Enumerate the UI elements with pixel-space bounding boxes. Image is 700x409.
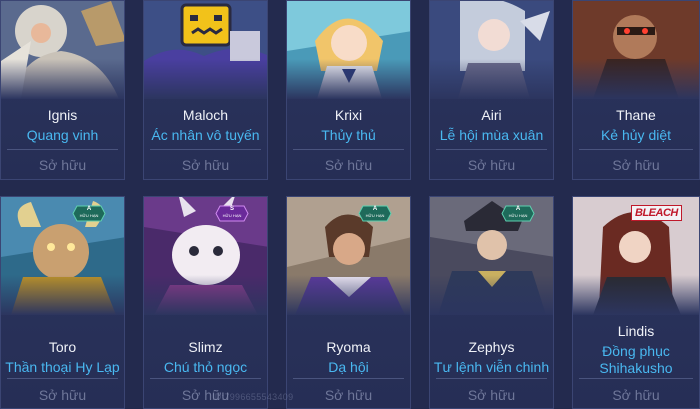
skin-name: Ác nhân vô tuyến [151, 127, 260, 143]
owned-status: Sở hữu [38, 387, 87, 403]
skin-name: Lễ hội mùa xuân [439, 127, 544, 143]
skin-card-thane[interactable]: Thane Kẻ hủy diệt Sở hữu [572, 0, 700, 180]
skin-card-lindis[interactable]: BLEACH Lindis Đồng phục Shihakusho Sở hữ… [572, 196, 700, 409]
divider [293, 149, 404, 150]
skin-name-line-1: Đồng phục [602, 343, 670, 359]
skin-artwork [1, 1, 124, 99]
badge-label: HỮU HẠN [222, 213, 242, 218]
skin-card-krixi[interactable]: Krixi Thủy thủ Sở hữu [286, 0, 411, 180]
skin-card-zephys[interactable]: A HỮU HẠN Zephys Tư lệnh viễn chinh Sở h… [429, 196, 554, 409]
limited-badge: A HỮU HẠN [72, 205, 106, 222]
skin-card-ignis[interactable]: Ignis Quang vinh Sở hữu [0, 0, 125, 180]
skin-artwork [144, 1, 267, 99]
badge-tier: A [86, 206, 92, 212]
badge-label: HỮU HẠN [508, 213, 528, 218]
skin-name: Tư lệnh viễn chinh [433, 359, 550, 375]
divider [579, 378, 693, 379]
badge-label: HỮU HẠN [79, 213, 99, 218]
skin-name: Kẻ hủy diệt [600, 127, 672, 143]
skin-card-toro[interactable]: A HỮU HẠN Toro Thần thoại Hy Lạp Sở hữu [0, 196, 125, 409]
hero-name: Lindis [617, 323, 655, 339]
skin-name: Thủy thủ [321, 127, 376, 143]
skin-artwork [430, 1, 553, 99]
skin-name: Quang vinh [26, 127, 99, 143]
limited-badge: A HỮU HẠN [358, 205, 392, 222]
skin-artwork [573, 1, 699, 99]
badge-tier: A [372, 206, 378, 212]
skin-artwork [287, 1, 410, 99]
skin-card-airi[interactable]: Airi Lễ hội mùa xuân Sở hữu [429, 0, 554, 180]
owned-status: Sở hữu [467, 387, 516, 403]
skin-collection-grid: Ignis Quang vinh Sở hữu Maloch Ác nhân v… [0, 0, 700, 409]
hero-name: Zephys [468, 339, 515, 355]
bleach-logo: BLEACH [631, 205, 682, 221]
divider [7, 378, 118, 379]
hero-name: Maloch [182, 107, 229, 123]
skin-card-slimz[interactable]: S HỮU HẠN Slimz Chú thỏ ngọc Sở hữu [143, 196, 268, 409]
owned-status: Sở hữu [181, 157, 230, 173]
badge-tier: S [229, 206, 234, 212]
skin-name-line-2: Shihakusho [599, 360, 673, 376]
divider [293, 378, 404, 379]
skin-card-ryoma[interactable]: A HỮU HẠN Ryoma Dạ hội Sở hữu [286, 196, 411, 409]
owned-status: Sở hữu [612, 157, 660, 173]
hero-name: Slimz [188, 339, 223, 355]
hero-name: Ryoma [326, 339, 371, 355]
skin-card-maloch[interactable]: Maloch Ác nhân vô tuyến Sở hữu [143, 0, 268, 180]
owned-status: Sở hữu [324, 157, 373, 173]
owned-status: Sở hữu [467, 157, 516, 173]
hero-name: Airi [481, 107, 502, 123]
hero-name: Ignis [47, 107, 78, 123]
divider [150, 378, 261, 379]
divider [7, 149, 118, 150]
skin-name: Dạ hội [328, 359, 369, 375]
owned-status: Sở hữu [612, 387, 660, 403]
badge-label: HỮU HẠN [365, 213, 385, 218]
skin-name: Thần thoại Hy Lạp [5, 359, 120, 375]
divider [436, 378, 547, 379]
hero-name: Krixi [334, 107, 363, 123]
hero-name: Thane [616, 107, 656, 123]
limited-badge: A HỮU HẠN [501, 205, 535, 222]
account-id-watermark: ID:7996655543409 [212, 392, 294, 402]
divider [579, 149, 693, 150]
owned-status: Sở hữu [38, 157, 87, 173]
owned-status: Sở hữu [324, 387, 373, 403]
divider [150, 149, 261, 150]
badge-tier: A [515, 206, 521, 212]
skin-name: Chú thỏ ngọc [163, 359, 248, 375]
divider [436, 149, 547, 150]
hero-name: Toro [48, 339, 77, 355]
limited-badge: S HỮU HẠN [215, 205, 249, 222]
